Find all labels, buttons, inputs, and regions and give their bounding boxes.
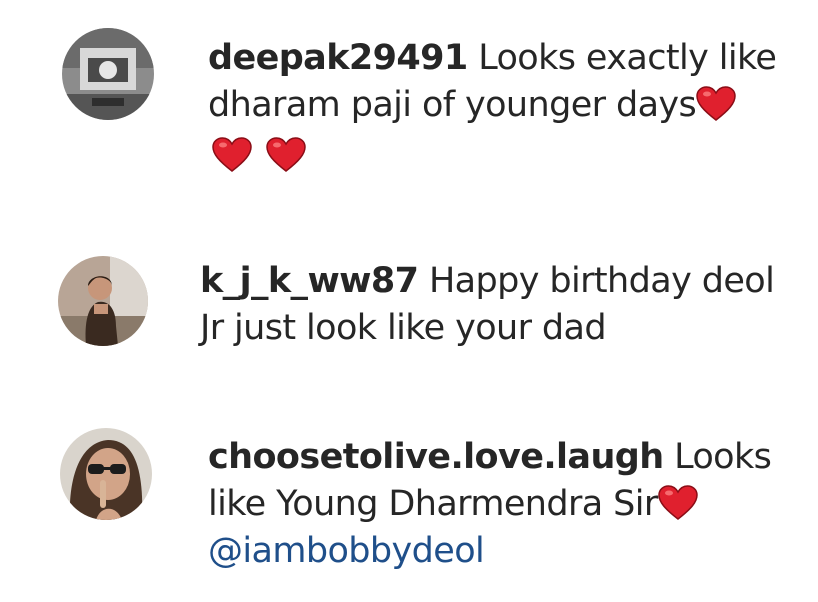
avatar[interactable] [62, 28, 154, 120]
comment-item: k_j_k_ww87 Happy birthday deol Jr just l… [0, 240, 818, 370]
mention-link[interactable]: @iambobbydeol [208, 531, 485, 571]
avatar[interactable] [60, 428, 152, 520]
comment-text: Happy birthday deol [428, 261, 775, 301]
comment-body: k_j_k_ww87 Happy birthday deol Jr just l… [200, 258, 775, 352]
comment-text: Looks [674, 437, 772, 477]
heart-icon [696, 86, 736, 122]
comment-text: like Young Dharmendra Sir [208, 484, 658, 524]
comment-body: choosetolive.love.laugh Looks like Young… [208, 434, 772, 575]
comment-username[interactable]: choosetolive.love.laugh [208, 437, 664, 477]
comment-username[interactable]: k_j_k_ww87 [200, 261, 419, 301]
comment-line: k_j_k_ww87 Happy birthday deol [200, 258, 775, 305]
grayscale-photo-avatar-icon [62, 28, 154, 120]
comment-line [208, 129, 776, 180]
comment-line: like Young Dharmendra Sir [208, 481, 771, 528]
comment-text: Looks exactly like [478, 38, 777, 78]
heart-icon [657, 485, 698, 521]
comment-item: deepak29491 Looks exactly like dharam pa… [0, 0, 818, 200]
woman-photo-avatar-icon [58, 256, 148, 346]
comment-line: choosetolive.love.laugh Looks [208, 434, 772, 481]
heart-icon [266, 137, 306, 173]
comment-line: Jr just look like your dad [200, 305, 774, 352]
comment-username[interactable]: deepak29491 [208, 38, 468, 78]
comment-line: deepak29491 Looks exactly like [208, 35, 777, 82]
comment-body: deepak29491 Looks exactly like dharam pa… [208, 35, 777, 180]
comment-text: dharam paji of younger days [208, 85, 697, 125]
heart-icon [212, 137, 252, 173]
comment-line: dharam paji of younger days [208, 82, 776, 129]
comment-item: choosetolive.love.laugh Looks like Young… [0, 410, 818, 602]
comment-text: Jr just look like your dad [200, 308, 607, 348]
woman-sunglasses-photo-avatar-icon [60, 428, 152, 520]
comment-line: @iambobbydeol [208, 528, 771, 575]
avatar[interactable] [58, 256, 148, 346]
